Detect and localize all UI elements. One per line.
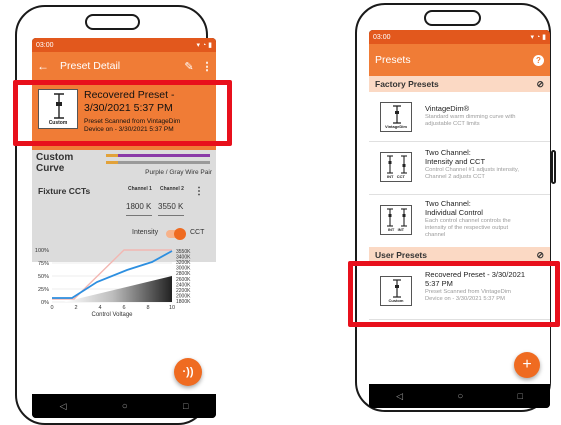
list-item-vintagedim[interactable]: VintageDim VintageDim® Standard warm dim… — [369, 92, 550, 141]
left-phone-speaker — [85, 14, 140, 30]
dimming-curve-graph: 100%75%50%25%0%0 2 4 6 8 10Control Voltage355… — [35, 248, 191, 318]
item-subtitle-1: Control Channel #1 adjusts intensity, — [425, 167, 519, 173]
more-vert-icon[interactable]: ⋮ — [194, 186, 204, 197]
nav-home-icon[interactable]: ○ — [457, 391, 463, 402]
visibility-off-icon[interactable]: ⊘ — [536, 79, 544, 90]
graph-y-tick: 75% — [38, 261, 49, 267]
back-arrow-icon[interactable]: ← — [32, 59, 54, 73]
item-title: VintageDim® — [425, 104, 470, 113]
graph-x-label: Control Voltage — [91, 312, 133, 318]
highlight-box-user-preset — [348, 261, 560, 327]
factory-presets-title: Factory Presets — [375, 79, 439, 89]
graph-y-tick: 50% — [38, 274, 49, 280]
right-phone-speaker — [424, 10, 481, 26]
status-icons: ▾ ◔ ▮ — [196, 42, 212, 49]
plus-icon: + — [522, 356, 532, 373]
item-title-2: Individual Control — [425, 208, 483, 217]
channel1-cct-value[interactable]: 1800 K — [126, 202, 156, 211]
item-subtitle-1: Standard warm dimming curve with — [425, 114, 516, 120]
fixture-icon — [393, 105, 401, 124]
app-bar: Presets ? — [369, 44, 550, 76]
factory-presets-header: Factory Presets ⊘ — [369, 76, 550, 92]
android-nav-bar: ◁ ○ □ — [32, 394, 216, 418]
edit-pencil-icon[interactable]: ✎ — [180, 60, 198, 73]
channel2-header: Channel 2 — [160, 186, 184, 192]
thumbnail-label: INT INT — [387, 227, 405, 232]
user-presets-title: User Presets — [375, 250, 427, 260]
channel2-cct-value[interactable]: 3550 K — [158, 202, 188, 211]
status-time: 03:00 — [373, 33, 391, 41]
intensity-label: Intensity — [132, 229, 159, 236]
channel1-underline — [126, 215, 152, 216]
highlight-box-preset-card — [13, 80, 232, 146]
wire-pair-icon — [106, 154, 210, 164]
graph-x-tick: 4 — [98, 305, 101, 311]
item-subtitle-2: intensity of the respective output — [425, 225, 509, 231]
app-bar: ← Preset Detail ✎ ⋮ — [32, 52, 216, 80]
nav-recents-icon[interactable]: □ — [517, 391, 522, 401]
item-title-2: Intensity and CCT — [425, 157, 486, 166]
dual-fixture-icon — [387, 155, 407, 174]
more-vert-icon[interactable]: ⋮ — [198, 60, 216, 73]
list-item-individual-control[interactable]: INT INT Two Channel: Individual Control … — [369, 195, 550, 247]
right-phone-screen: 03:00 ▾ ◔ ▮ Presets ? Factory Presets ⊘ … — [369, 30, 550, 408]
mode-toggle[interactable] — [166, 228, 186, 240]
status-bar: 03:00 ▾ ◔ ▮ — [369, 30, 550, 44]
graph-x-tick: 0 — [50, 305, 53, 311]
graph-y-tick: 0% — [41, 300, 49, 306]
status-icons: ▾ ◔ ▮ — [530, 34, 546, 41]
add-preset-fab-button[interactable]: + — [514, 352, 540, 378]
item-subtitle-3: channel — [425, 232, 446, 238]
scan-fab-button[interactable]: ·)) — [174, 358, 202, 386]
status-time: 03:00 — [36, 41, 54, 49]
help-icon[interactable]: ? — [533, 54, 544, 66]
android-nav-bar: ◁ ○ □ — [369, 384, 550, 408]
broadcast-icon: ·)) — [182, 366, 194, 378]
nav-home-icon[interactable]: ○ — [122, 401, 128, 412]
thumbnail-label: INT CCT — [387, 174, 405, 179]
presets-list: Factory Presets ⊘ VintageDim VintageDim®… — [369, 76, 550, 384]
page-title: Presets — [375, 54, 411, 66]
wire-pair-label: Purple / Gray Wire Pair — [145, 169, 212, 176]
graph-cct-tick: 1800K — [176, 299, 191, 305]
item-subtitle-1: Each control channel controls the — [425, 218, 511, 224]
graph-y-tick: 25% — [38, 287, 49, 293]
dual-fixture-icon — [387, 208, 407, 227]
preset-thumbnail: INT CCT — [380, 152, 412, 182]
item-subtitle-2: Channel 2 adjusts CCT — [425, 174, 485, 180]
item-title-1: Two Channel: — [425, 148, 471, 157]
item-title-1: Two Channel: — [425, 199, 471, 208]
graph-x-tick: 6 — [122, 305, 125, 311]
nav-back-icon[interactable]: ◁ — [396, 391, 403, 402]
fixture-ccts-label: Fixture CCTs — [38, 186, 91, 196]
graph-y-tick: 100% — [35, 248, 49, 254]
status-bar: 03:00 ▾ ◔ ▮ — [32, 38, 216, 52]
graph-x-tick: 8 — [146, 305, 149, 311]
preset-thumbnail: VintageDim — [380, 102, 412, 132]
toggle-thumb — [174, 228, 186, 240]
page-title: Preset Detail — [60, 60, 121, 72]
item-subtitle-2: adjustable CCT limits — [425, 121, 480, 127]
preset-thumbnail: INT INT — [380, 205, 412, 235]
graph-x-tick: 10 — [169, 305, 175, 311]
list-item-intensity-cct[interactable]: INT CCT Two Channel: Intensity and CCT C… — [369, 142, 550, 194]
curve-label-2: Curve — [36, 163, 65, 174]
visibility-off-icon[interactable]: ⊘ — [536, 250, 544, 261]
nav-recents-icon[interactable]: □ — [183, 401, 188, 411]
channel2-underline — [158, 215, 184, 216]
nav-back-icon[interactable]: ◁ — [60, 401, 67, 412]
thumbnail-label: VintageDim — [385, 124, 407, 129]
channel1-header: Channel 1 — [128, 186, 152, 192]
cct-label: CCT — [190, 229, 205, 236]
curve-label-1: Custom — [36, 152, 74, 163]
right-phone-side-button — [551, 150, 556, 184]
graph-x-tick: 2 — [74, 305, 77, 311]
